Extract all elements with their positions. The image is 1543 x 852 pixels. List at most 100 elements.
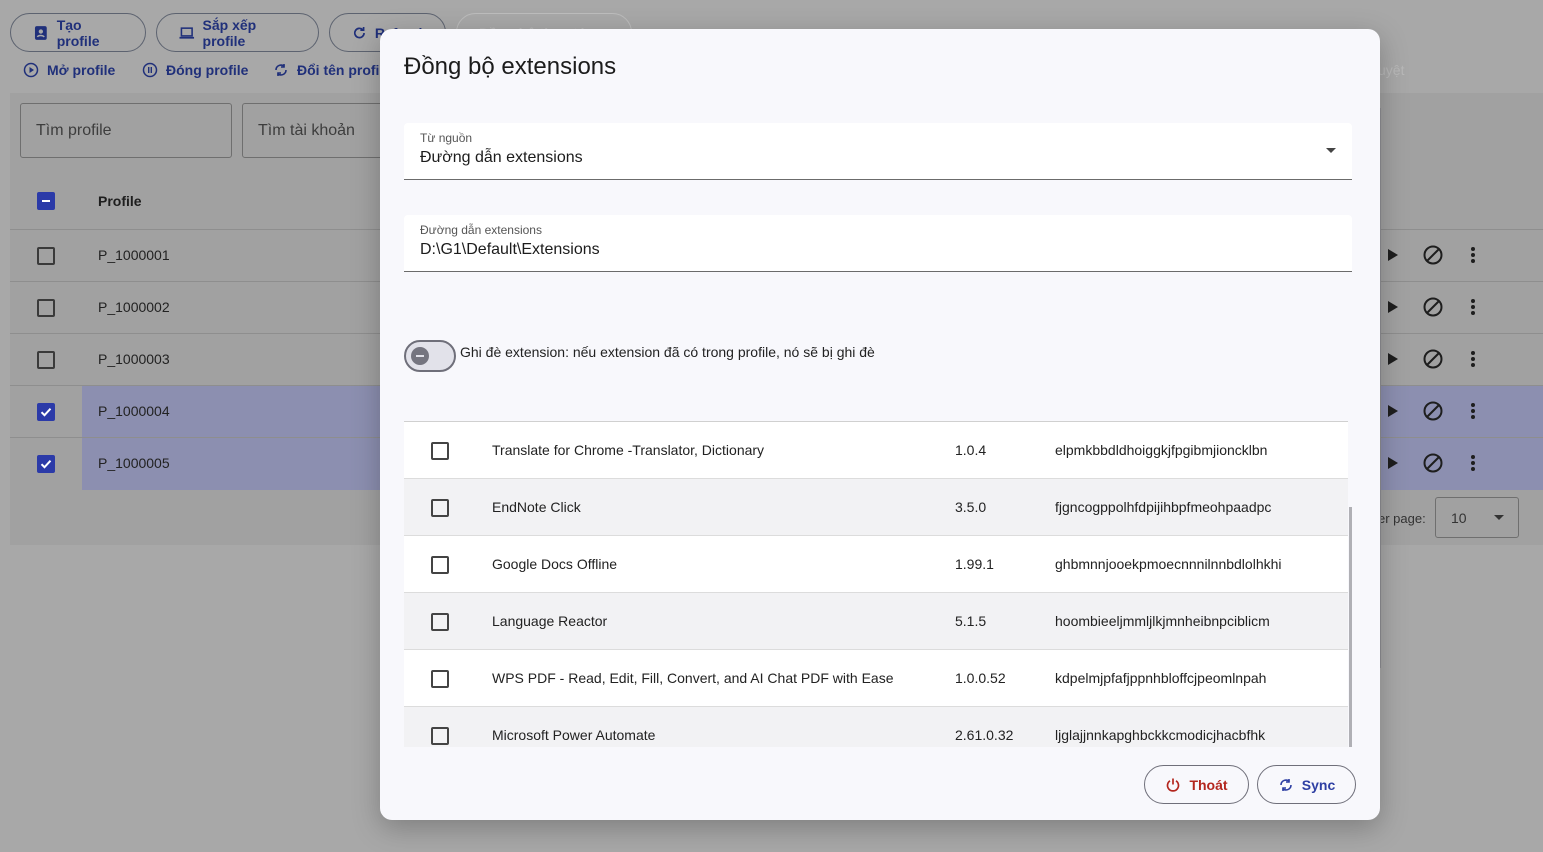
right-action-label: uyệt xyxy=(1378,62,1405,78)
extension-row[interactable]: EndNote Click 3.5.0 fjgncogppolhfdpijihb… xyxy=(404,479,1348,536)
toggle-off-icon xyxy=(411,347,429,365)
extension-name: Language Reactor xyxy=(492,613,608,629)
profile-search-input[interactable]: Tìm profile xyxy=(20,103,232,158)
extension-checkbox[interactable] xyxy=(431,499,449,517)
power-icon xyxy=(1167,778,1180,792)
extension-checkbox[interactable] xyxy=(431,727,449,745)
extension-version: 1.0.0.52 xyxy=(955,670,1006,686)
select-all-checkbox[interactable] xyxy=(37,192,55,210)
extensions-path-field[interactable]: Đường dẫn extensions D:\G1\Default\Exten… xyxy=(404,215,1352,272)
pause-circle-icon xyxy=(142,62,158,78)
extension-name: Microsoft Power Automate xyxy=(492,727,656,743)
source-select[interactable]: Từ nguồn Đường dẫn extensions xyxy=(404,123,1352,180)
row-checkbox[interactable] xyxy=(37,351,55,369)
extension-name: Google Docs Offline xyxy=(492,556,618,572)
extension-row[interactable]: Google Docs Offline 1.99.1 ghbmnnjooekpm… xyxy=(404,536,1348,593)
extension-id: kdpelmjpfafjppnhbloffcjpeomlnpah xyxy=(1055,670,1267,686)
more-vert-icon[interactable] xyxy=(1462,296,1484,318)
profile-search-placeholder: Tìm profile xyxy=(36,121,112,139)
profile-name: P_1000002 xyxy=(98,299,170,315)
extension-version: 3.5.0 xyxy=(955,499,987,515)
open-profile-link[interactable]: Mở profile xyxy=(23,62,115,78)
overwrite-toggle-label: Ghi đè extension: nếu extension đã có tr… xyxy=(460,344,875,360)
row-checkbox[interactable] xyxy=(37,299,55,317)
row-actions xyxy=(1382,400,1484,422)
profile-column-header: Profile xyxy=(98,193,142,209)
sync-extensions-dialog: Đồng bộ extensions Từ nguồn Đường dẫn ex… xyxy=(380,29,1380,820)
extension-row[interactable]: WPS PDF - Read, Edit, Fill, Convert, and… xyxy=(404,650,1348,707)
extension-version: 1.0.4 xyxy=(955,442,987,458)
exit-button-label: Thoát xyxy=(1189,776,1228,793)
extension-row[interactable]: Translate for Chrome -Translator, Dictio… xyxy=(404,422,1348,479)
row-checkbox[interactable] xyxy=(37,455,55,473)
profile-name: P_1000005 xyxy=(98,455,170,471)
block-icon[interactable] xyxy=(1422,348,1444,370)
block-icon[interactable] xyxy=(1422,244,1444,266)
arrange-profile-button[interactable]: Sắp xếp profile xyxy=(156,13,319,52)
extension-checkbox[interactable] xyxy=(431,670,449,688)
extension-row[interactable]: Language Reactor 5.1.5 hoombieeljmmljlkj… xyxy=(404,593,1348,650)
extension-version: 2.61.0.32 xyxy=(955,727,1014,743)
extension-id: ljglajjnnkapghbckkcmodicjhacbfhk xyxy=(1055,727,1266,743)
block-icon[interactable] xyxy=(1422,452,1444,474)
rename-profile-link[interactable]: Đổi tên profile xyxy=(273,62,391,78)
refresh-icon xyxy=(354,26,365,38)
row-checkbox[interactable] xyxy=(37,403,55,421)
more-vert-icon[interactable] xyxy=(1462,348,1484,370)
extension-checkbox[interactable] xyxy=(431,442,449,460)
more-vert-icon[interactable] xyxy=(1462,400,1484,422)
block-icon[interactable] xyxy=(1422,400,1444,422)
play-icon[interactable] xyxy=(1382,348,1404,370)
create-profile-label: Tạo profile xyxy=(56,16,100,49)
extension-id: hoombieeljmmljlkjmnheibnpciblicm xyxy=(1055,613,1270,629)
create-profile-button[interactable]: Tạo profile xyxy=(10,13,146,52)
rows-per-page-value: 10 xyxy=(1451,509,1467,526)
profile-name: P_1000003 xyxy=(98,351,170,367)
more-vert-icon[interactable] xyxy=(1462,452,1484,474)
block-icon[interactable] xyxy=(1422,296,1444,318)
rows-per-page-select[interactable]: 10 xyxy=(1435,497,1519,538)
more-vert-icon[interactable] xyxy=(1462,244,1484,266)
check-icon xyxy=(40,460,52,469)
extensions-path-value: D:\G1\Default\Extensions xyxy=(420,241,600,258)
overwrite-toggle[interactable] xyxy=(404,340,456,372)
extension-name: Translate for Chrome -Translator, Dictio… xyxy=(492,442,765,458)
rows-per-page-label: er page: xyxy=(1378,511,1426,526)
play-icon[interactable] xyxy=(1382,400,1404,422)
close-profile-label: Đóng profile xyxy=(166,62,249,78)
extension-version: 5.1.5 xyxy=(955,613,987,629)
exit-button[interactable]: Thoát xyxy=(1144,765,1249,804)
play-icon[interactable] xyxy=(1382,296,1404,318)
right-action-link: uyệt xyxy=(1378,62,1404,78)
profile-name: P_1000004 xyxy=(98,403,170,419)
row-actions xyxy=(1382,452,1484,474)
extensions-list-scrollbar[interactable] xyxy=(1349,507,1352,747)
arrange-profile-label: Sắp xếp profile xyxy=(202,16,257,49)
play-icon[interactable] xyxy=(1382,452,1404,474)
close-profile-link[interactable]: Đóng profile xyxy=(142,62,248,78)
source-select-value: Đường dẫn extensions xyxy=(420,149,583,166)
sync-icon xyxy=(1279,778,1292,791)
dropdown-arrow-icon xyxy=(1326,148,1336,153)
sync-button[interactable]: Sync xyxy=(1257,765,1356,804)
row-actions xyxy=(1382,244,1484,266)
profile-name: P_1000001 xyxy=(98,247,170,263)
row-actions xyxy=(1382,348,1484,370)
account-search-placeholder: Tìm tài khoản xyxy=(258,121,355,139)
open-profile-label: Mở profile xyxy=(47,62,116,78)
rename-profile-label: Đổi tên profile xyxy=(297,62,392,78)
laptop-icon xyxy=(179,26,195,39)
row-checkbox[interactable] xyxy=(37,247,55,265)
extensions-list: Translate for Chrome -Translator, Dictio… xyxy=(404,421,1348,747)
extension-checkbox[interactable] xyxy=(431,613,449,631)
account-search-input[interactable]: Tìm tài khoản xyxy=(242,103,402,158)
chevron-down-icon xyxy=(1494,515,1504,520)
extension-name: WPS PDF - Read, Edit, Fill, Convert, and… xyxy=(492,670,894,686)
play-icon[interactable] xyxy=(1382,244,1404,266)
play-circle-icon xyxy=(23,62,39,78)
sync-icon xyxy=(275,64,287,76)
extension-id: ghbmnnjooekpmoecnnnilnnbdlolhkhi xyxy=(1055,556,1282,572)
extension-row[interactable]: Microsoft Power Automate 2.61.0.32 ljgla… xyxy=(404,707,1348,747)
extension-checkbox[interactable] xyxy=(431,556,449,574)
extension-version: 1.99.1 xyxy=(955,556,994,572)
